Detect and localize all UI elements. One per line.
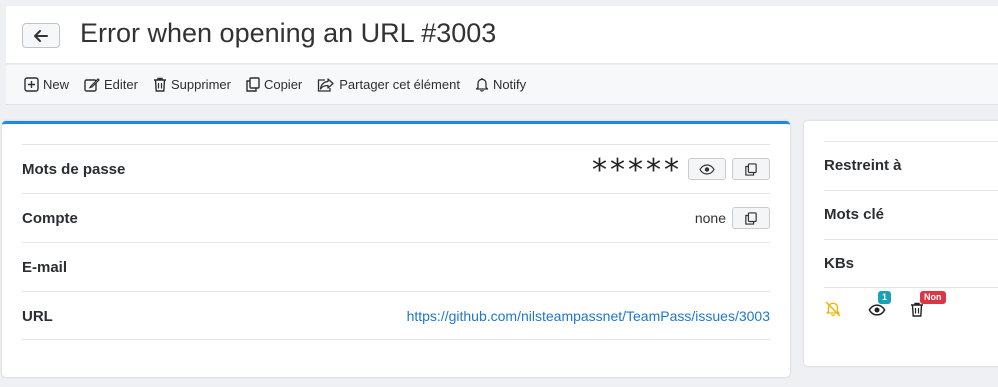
- keywords-label: Mots clé: [824, 206, 885, 223]
- url-link[interactable]: https://github.com/nilsteampassnet/TeamP…: [407, 308, 770, 324]
- notify-label: Notify: [492, 77, 527, 92]
- copy-icon: [745, 162, 757, 176]
- page-title: Error when opening an URL #3003: [80, 18, 497, 48]
- copy-password-button[interactable]: [732, 158, 770, 180]
- url-row: URL https://github.com/nilsteampassnet/T…: [22, 291, 770, 340]
- keywords-row: Mots clé: [824, 190, 998, 239]
- trash-icon: [153, 77, 166, 92]
- account-row: Compte none: [22, 193, 770, 242]
- eye-icon: [699, 163, 715, 175]
- eye-icon: [868, 304, 886, 316]
- delete-status-badge: Non: [920, 291, 946, 304]
- restricted-row: Restreint à: [824, 141, 998, 190]
- item-status-icons: 1 Non: [824, 289, 998, 329]
- delete-label: Supprimer: [170, 77, 231, 92]
- account-label: Compte: [22, 210, 78, 227]
- edit-icon: [84, 78, 100, 92]
- back-button[interactable]: [22, 23, 60, 48]
- copy-account-button[interactable]: [732, 207, 770, 229]
- copy-label: Copier: [263, 77, 303, 92]
- edit-label: Editer: [104, 77, 138, 92]
- show-password-button[interactable]: [688, 158, 726, 180]
- email-label: E-mail: [22, 259, 68, 276]
- share-button[interactable]: Partager cet élément: [317, 77, 460, 92]
- copy-button[interactable]: Copier: [246, 77, 302, 92]
- new-button[interactable]: New: [24, 77, 69, 92]
- bell-icon: [475, 78, 489, 92]
- password-label: Mots de passe: [22, 161, 126, 178]
- views-count-badge: 1: [878, 291, 892, 304]
- toolbar: New Editer Supprimer Copier Partager cet…: [6, 65, 998, 105]
- notify-button[interactable]: Notify: [475, 77, 526, 92]
- password-row: Mots de passe *****: [22, 144, 770, 193]
- restricted-label: Restreint à: [824, 157, 902, 174]
- account-value: none: [694, 210, 726, 226]
- plus-square-icon: [24, 77, 39, 92]
- url-label: URL: [22, 308, 53, 325]
- page-header: Error when opening an URL #3003: [6, 6, 998, 64]
- password-masked-value: *****: [592, 153, 682, 188]
- share-icon: [318, 78, 334, 92]
- delete-button[interactable]: Supprimer: [153, 77, 231, 92]
- bell-slash-icon: [825, 301, 841, 317]
- copy-icon: [246, 77, 260, 92]
- item-details-card: Mots de passe ***** Compte none E-mail U…: [2, 121, 790, 377]
- new-label: New: [43, 77, 70, 92]
- kbs-label: KBs: [824, 255, 855, 272]
- trash-icon: [911, 302, 923, 317]
- share-label: Partager cet élément: [339, 77, 460, 92]
- edit-button[interactable]: Editer: [84, 77, 138, 92]
- kbs-row: KBs: [824, 239, 998, 288]
- copy-icon: [745, 211, 757, 225]
- email-row: E-mail: [22, 242, 770, 291]
- arrow-left-icon: [34, 29, 48, 42]
- item-meta-card: Restreint à Mots clé KBs 1 Non: [804, 121, 998, 366]
